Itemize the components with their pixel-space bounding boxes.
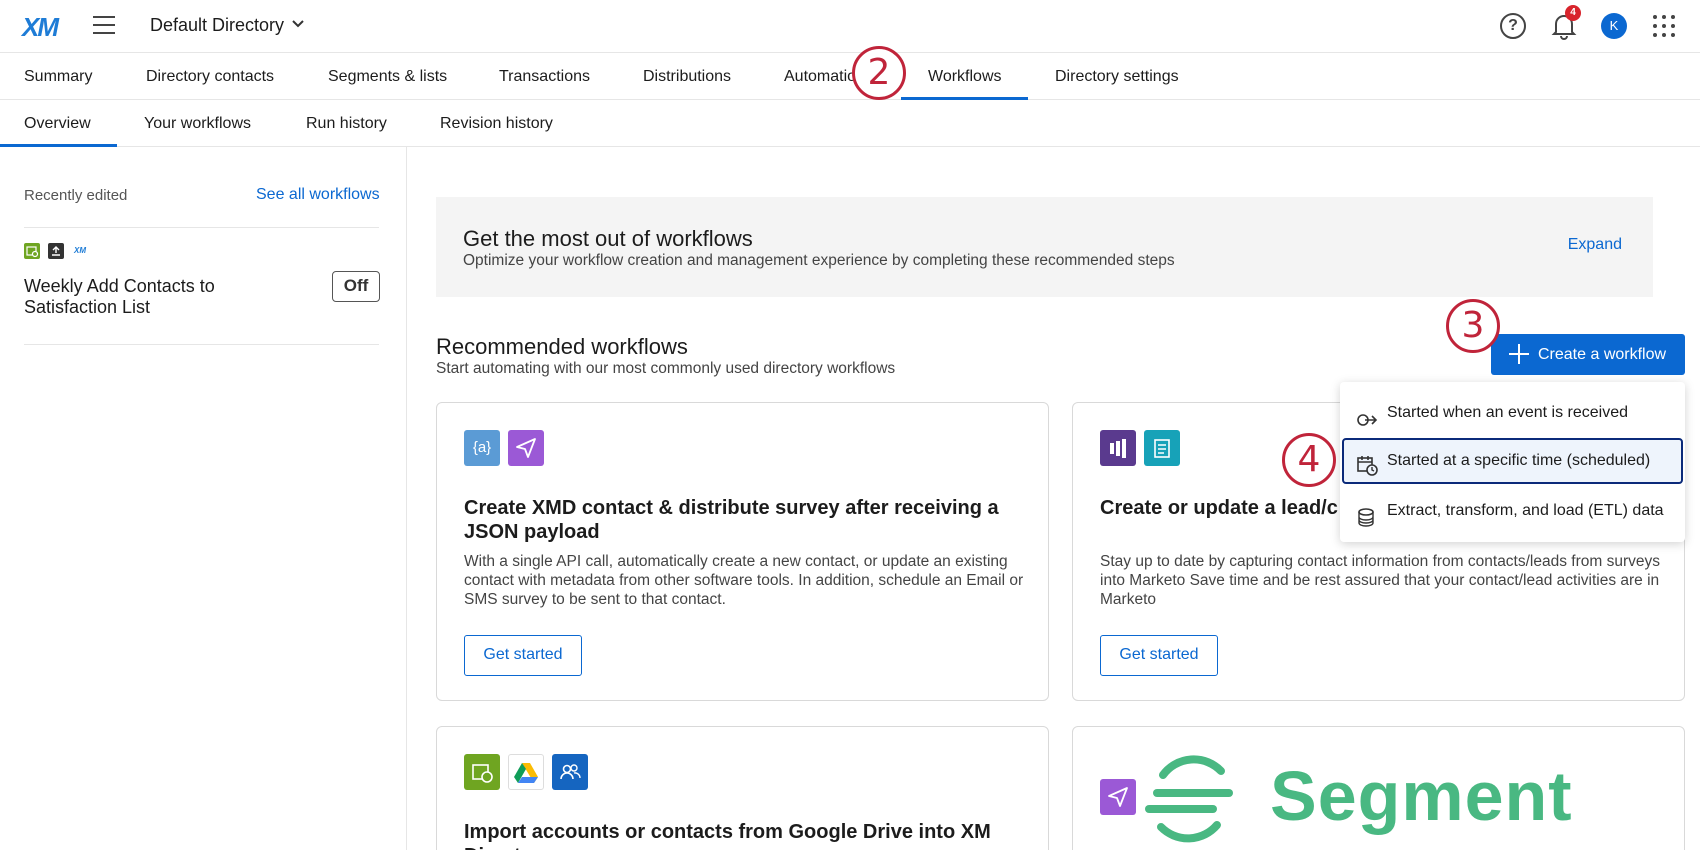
directory-title[interactable]: Default Directory <box>150 15 284 36</box>
send-icon <box>508 430 544 466</box>
card-title: Create XMD contact & distribute survey a… <box>464 497 999 543</box>
top-bar: XM Default Directory ? 4 K <box>0 0 1700 53</box>
banner-title: Get the most out of workflows <box>463 226 753 251</box>
database-icon <box>1356 501 1376 527</box>
help-icon[interactable]: ? <box>1500 13 1526 39</box>
workflow-card: Import accounts or contacts from Google … <box>436 726 1049 850</box>
avatar[interactable]: K <box>1601 13 1627 39</box>
tab-distributions[interactable]: Distributions <box>643 68 731 86</box>
menu-item-label: Started at a specific time (scheduled) <box>1387 452 1651 469</box>
calendar-clock-icon <box>1356 451 1378 476</box>
card-title: Import accounts or contacts from Google … <box>464 821 991 850</box>
recommended-title: Recommended workflows <box>436 334 688 359</box>
recently-edited-label: Recently edited <box>24 187 128 204</box>
event-trigger-icon <box>1356 403 1378 426</box>
clipboard-icon <box>1144 430 1180 466</box>
tab-summary[interactable]: Summary <box>24 68 92 86</box>
segment-brand-text: Segment <box>1270 757 1573 835</box>
marketo-icon <box>1100 430 1136 466</box>
menu-item-etl[interactable]: Extract, transform, and load (ETL) data <box>1342 488 1683 534</box>
workflow-toggle[interactable]: Off <box>332 271 380 302</box>
code-braces-icon: {a} <box>464 430 500 466</box>
tab-transactions[interactable]: Transactions <box>499 68 590 86</box>
tab-directory-contacts[interactable]: Directory contacts <box>146 68 274 86</box>
recent-sidebar: Recently edited See all workflows XM Wee… <box>0 147 407 850</box>
tab-workflows[interactable]: Workflows <box>928 68 1002 86</box>
chevron-down-icon[interactable] <box>291 16 305 33</box>
notification-badge: 4 <box>1565 5 1581 21</box>
expand-link[interactable]: Expand <box>1568 236 1622 254</box>
users-icon <box>552 754 588 790</box>
card-description: With a single API call, automatically cr… <box>464 553 1024 608</box>
workflow-name[interactable]: Weekly Add Contacts to Satisfaction List <box>24 276 264 318</box>
create-workflow-label: Create a workflow <box>1538 346 1667 363</box>
step-marker-4: 4 <box>1282 433 1336 487</box>
workflows-banner: Get the most out of workflows Optimize y… <box>436 197 1653 297</box>
create-workflow-menu: Started when an event is received Starte… <box>1340 382 1685 542</box>
divider <box>24 227 379 228</box>
get-started-button[interactable]: Get started <box>1100 635 1218 676</box>
divider <box>24 344 379 345</box>
active-tab-indicator <box>901 97 1028 100</box>
segment-logo-icon <box>1143 753 1238 843</box>
secondary-nav: Overview Your workflows Run history Revi… <box>0 101 1700 147</box>
workflow-card: {a} Create XMD contact & distribute surv… <box>436 402 1049 701</box>
menu-item-label: Started when an event is received <box>1387 404 1629 421</box>
see-all-workflows-link[interactable]: See all workflows <box>256 186 380 204</box>
google-drive-icon <box>508 754 544 790</box>
menu-item-scheduled[interactable]: Started at a specific time (scheduled) <box>1342 438 1683 484</box>
xm-logo[interactable]: XM <box>22 12 59 43</box>
send-icon <box>1100 779 1136 815</box>
tab-segments-lists[interactable]: Segments & lists <box>328 68 447 86</box>
create-workflow-button[interactable]: Create a workflow <box>1491 334 1685 375</box>
apps-grid-icon[interactable] <box>1653 15 1675 37</box>
menu-item-label: Extract, transform, and load (ETL) data <box>1387 502 1664 519</box>
get-started-button[interactable]: Get started <box>464 635 582 676</box>
calendar-clock-icon <box>24 243 40 259</box>
step-marker-3: 3 <box>1446 299 1500 353</box>
tab-automations[interactable]: Automatio <box>784 68 856 86</box>
subtab-revision-history[interactable]: Revision history <box>440 115 553 133</box>
tab-directory-settings[interactable]: Directory settings <box>1055 68 1179 86</box>
step-marker-2: 2 <box>852 46 906 100</box>
primary-nav: Summary Directory contacts Segments & li… <box>0 54 1700 100</box>
menu-item-event-triggered[interactable]: Started when an event is received <box>1342 390 1683 436</box>
banner-subtitle: Optimize your workflow creation and mana… <box>463 252 1175 269</box>
plus-icon <box>1509 344 1529 364</box>
recommended-subtitle: Start automating with our most commonly … <box>436 360 896 377</box>
subtab-run-history[interactable]: Run history <box>306 115 387 133</box>
subtab-overview[interactable]: Overview <box>24 115 91 133</box>
calendar-clock-icon <box>464 754 500 790</box>
xm-mini-icon: XM <box>72 243 88 259</box>
card-description: Stay up to date by capturing contact inf… <box>1100 553 1660 608</box>
upload-icon <box>48 243 64 259</box>
subtab-your-workflows[interactable]: Your workflows <box>144 115 251 133</box>
hamburger-menu-icon[interactable] <box>93 16 115 34</box>
